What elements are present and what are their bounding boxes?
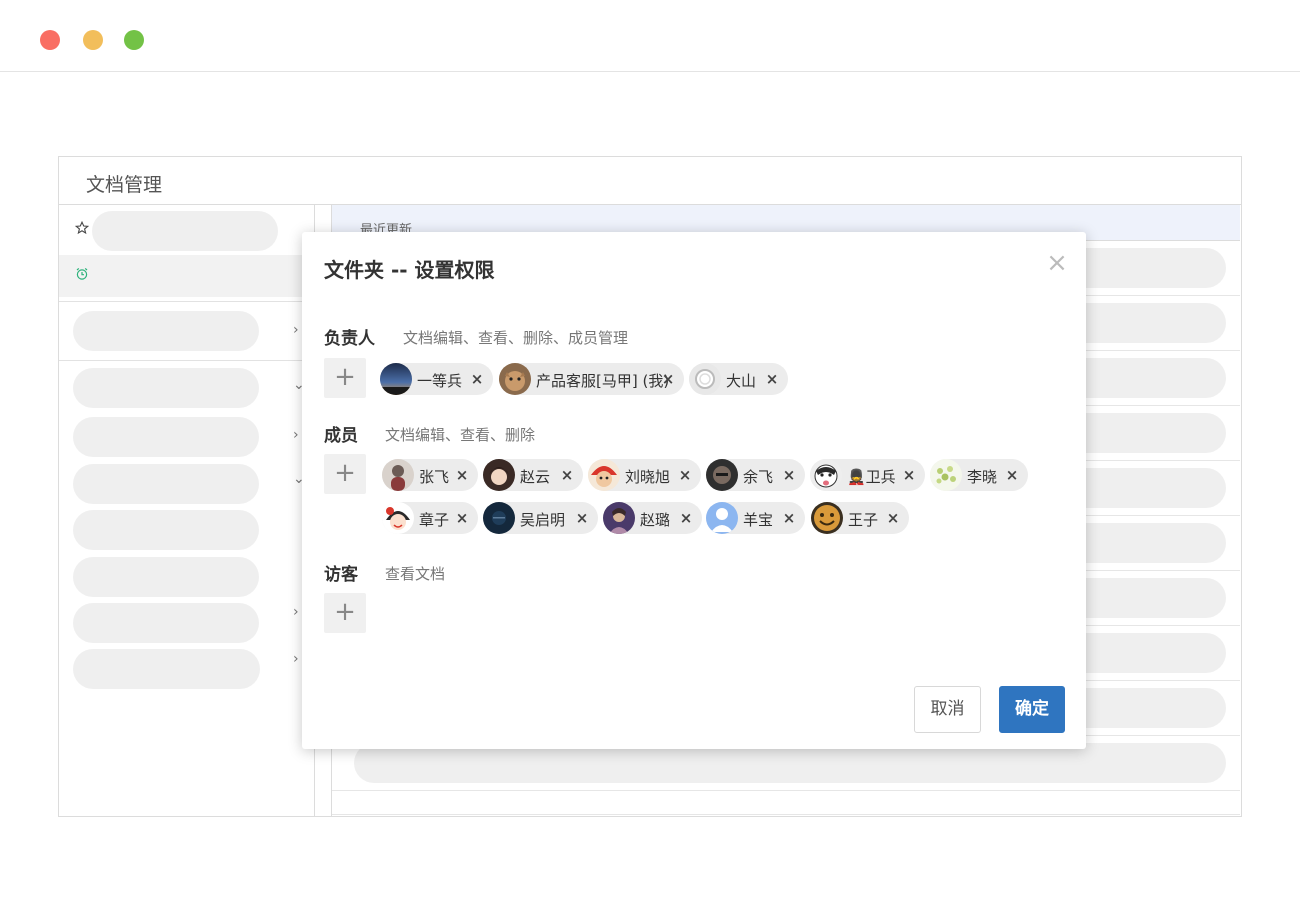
remove-owner-icon[interactable]: × [469,370,485,388]
member-chip: 张飞 × [382,459,478,491]
avatar [930,459,962,491]
member-chip: 羊宝 × [706,502,805,534]
avatar [810,459,842,491]
remove-member-icon[interactable]: × [901,466,917,484]
avatar [499,363,531,395]
owner-chip: 大山 × [689,363,788,395]
member-chip: 刘晓旭 × [588,459,701,491]
member-chip: 章子 × [382,502,478,534]
owner-section-description: 文档编辑、查看、删除、成员管理 [403,329,629,347]
app-header: 文档管理 [59,157,1241,205]
member-chip: 赵云 × [483,459,583,491]
remove-member-icon[interactable]: × [574,509,590,527]
chevron-right-icon[interactable]: › [293,651,299,667]
member-chip: 王子 × [811,502,909,534]
avatar [588,459,620,491]
remove-member-icon[interactable]: × [781,466,797,484]
remove-member-icon[interactable]: × [454,466,470,484]
visitor-section-description: 查看文档 [385,565,446,583]
sidebar-placeholder[interactable] [73,368,259,408]
chevron-right-icon[interactable]: › [293,604,299,620]
permission-dialog: 文件夹 -- 设置权限 × 负责人 文档编辑、查看、删除、成员管理 + 一等兵 ×… [302,232,1086,749]
member-chip: 李晓 × [930,459,1028,491]
member-section-title: 成员 [324,426,358,446]
member-name: 李晓 [967,468,998,486]
avatar [811,502,843,534]
member-name: 羊宝 [743,511,774,529]
member-chip: 余飞 × [706,459,805,491]
member-name: 刘晓旭 [625,468,671,486]
member-name: 余飞 [743,468,774,486]
sidebar-placeholder[interactable] [73,510,259,550]
avatar [706,502,738,534]
cancel-button[interactable]: 取消 [914,686,981,733]
owner-chip: 一等兵 × [380,363,493,395]
remove-member-icon[interactable]: × [678,509,694,527]
member-name: 吴启明 [520,511,566,529]
sidebar: › ⌄ › ⌄ › › [59,205,315,816]
sidebar-placeholder[interactable] [73,417,259,457]
member-name: 赵璐 [640,511,671,529]
sidebar-placeholder[interactable] [73,464,259,504]
remove-member-icon[interactable]: × [885,509,901,527]
remove-member-icon[interactable]: × [559,466,575,484]
member-name: 赵云 [520,468,551,486]
member-name: 张飞 [419,468,450,486]
add-visitor-button[interactable]: + [324,593,366,633]
owner-section-title: 负责人 [324,329,375,349]
close-window-button[interactable] [40,30,60,50]
remove-owner-icon[interactable]: × [764,370,780,388]
star-icon [74,220,90,239]
remove-member-icon[interactable]: × [781,509,797,527]
remove-owner-icon[interactable]: × [660,370,676,388]
avatar [689,363,721,395]
owner-name: 大山 [726,372,757,390]
alarm-clock-icon [75,267,89,285]
sidebar-divider [59,301,315,302]
owner-name: 一等兵 [417,372,463,390]
confirm-button[interactable]: 确定 [999,686,1065,733]
add-member-button[interactable]: + [324,454,366,494]
sidebar-placeholder[interactable] [73,557,259,597]
avatar [382,459,414,491]
sidebar-item-favorites[interactable] [59,209,315,251]
remove-member-icon[interactable]: × [1004,466,1020,484]
member-chip: 吴启明 × [483,502,598,534]
window-titlebar [0,0,1300,72]
member-section-description: 文档编辑、查看、删除 [385,426,536,444]
app-title: 文档管理 [86,174,163,196]
add-owner-button[interactable]: + [324,358,366,398]
sidebar-item-recent[interactable] [59,255,315,297]
owner-name: 产品客服[马甲] (我) [536,372,670,390]
sidebar-placeholder [92,211,278,251]
member-chip: 赵璐 × [603,502,702,534]
chevron-right-icon[interactable]: › [293,427,299,443]
member-name: 王子 [848,511,879,529]
member-name: 💂卫兵 [847,468,896,486]
member-chip: 💂卫兵 × [810,459,925,491]
minimize-window-button[interactable] [83,30,103,50]
visitor-section-title: 访客 [324,565,358,585]
remove-member-icon[interactable]: × [454,509,470,527]
sidebar-placeholder[interactable] [73,649,260,689]
close-icon[interactable]: × [1044,250,1070,276]
maximize-window-button[interactable] [124,30,144,50]
member-name: 章子 [419,511,450,529]
avatar [706,459,738,491]
chevron-right-icon[interactable]: › [293,322,299,338]
dialog-title: 文件夹 -- 设置权限 [324,258,495,282]
sidebar-placeholder[interactable] [73,603,259,643]
avatar [382,502,414,534]
avatar [603,502,635,534]
avatar [483,502,515,534]
sidebar-divider [59,360,315,361]
avatar [483,459,515,491]
sidebar-placeholder[interactable] [73,311,259,351]
list-item[interactable] [332,791,1240,815]
avatar [380,363,412,395]
remove-member-icon[interactable]: × [677,466,693,484]
owner-chip: 产品客服[马甲] (我) × [499,363,684,395]
